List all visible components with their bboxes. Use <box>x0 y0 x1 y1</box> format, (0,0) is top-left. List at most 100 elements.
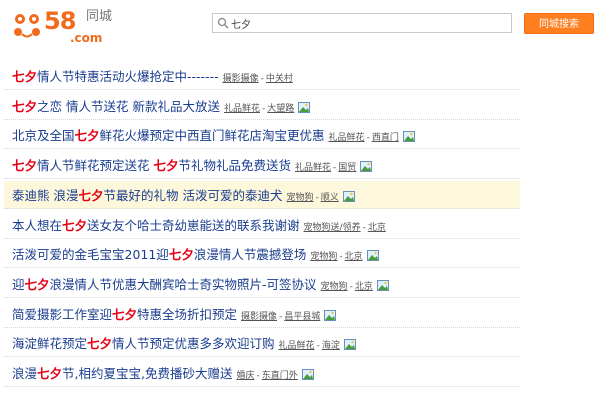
keyword-highlight: 七夕 <box>12 98 38 114</box>
location-link[interactable]: 昌平县城 <box>284 312 320 322</box>
keyword-highlight: 七夕 <box>37 366 63 381</box>
meta-separator: - <box>260 74 264 84</box>
result-title-link[interactable]: 七夕情人节特惠活动火爆抢定中------- <box>12 69 219 84</box>
keyword-highlight: 七夕 <box>12 158 38 174</box>
meta-separator: - <box>261 103 266 114</box>
category-link[interactable]: 摄影摄像 <box>241 312 277 322</box>
title-text: 浪漫情人节震撼登场 <box>193 247 307 263</box>
title-text: 北京及全国 <box>12 128 75 144</box>
category-link[interactable]: 摄影摄像 <box>223 74 259 84</box>
result-meta: 礼品鲜花 - 大望路 <box>224 104 294 114</box>
result-meta: 婚庆 - 东直门外 <box>236 371 297 381</box>
keyword-highlight: 七夕 <box>168 247 194 263</box>
site-logo[interactable]: 58 同城 .com <box>12 8 132 44</box>
result-meta: 宠物狗 - 北京 <box>321 282 373 292</box>
result-title-link[interactable]: 泰迪熊 浪漫七夕节最好的礼物 活泼可爱的泰迪犬 <box>12 188 282 203</box>
category-link[interactable]: 礼品鲜花 <box>329 133 365 143</box>
title-text: 特惠全场折扣预定 <box>137 306 238 322</box>
has-image-icon <box>343 339 356 351</box>
logo-mark-icon <box>14 14 40 38</box>
category-link[interactable]: 婚庆 <box>236 371 254 381</box>
result-row[interactable]: 泰迪熊 浪漫七夕节最好的礼物 活泼可爱的泰迪犬 宠物狗 - 顺义 <box>4 180 520 209</box>
result-row-content: 迎七夕浪漫情人节优惠大酬宾哈士奇实物照片-可签协议 宠物狗 - 北京 <box>12 270 389 297</box>
result-title-link[interactable]: 七夕之恋 情人节送花 新款礼品大放送 <box>12 99 220 114</box>
title-text: 本人想在 <box>12 217 63 233</box>
title-text: 活泼可爱的金毛宝宝2011迎 <box>12 247 169 263</box>
category-link[interactable]: 宠物狗送/领养 <box>304 223 361 233</box>
result-row[interactable]: 迎七夕浪漫情人节优惠大酬宾哈士奇实物照片-可签协议 宠物狗 - 北京 <box>4 270 520 298</box>
location-link[interactable]: 大望路 <box>267 104 294 114</box>
location-link[interactable]: 北京 <box>345 252 363 262</box>
result-meta: 礼品鲜花 - 西直门 <box>329 133 399 143</box>
result-row[interactable]: 简爱摄影工作室迎七夕特惠全场折扣预定 摄影摄像 - 昌平县城 <box>4 300 520 328</box>
category-link[interactable]: 礼品鲜花 <box>224 104 260 114</box>
category-link[interactable]: 宠物狗 <box>310 252 337 262</box>
location-link[interactable]: 西直门 <box>372 133 399 143</box>
category-link[interactable]: 礼品鲜花 <box>279 341 315 351</box>
result-title-link[interactable]: 海淀鲜花预定七夕情人节预定优惠多多欢迎订购 <box>12 336 275 351</box>
has-image-icon <box>366 250 379 262</box>
search-box <box>212 13 512 33</box>
title-text: 之恋 情人节送花 新款礼品大放送 <box>37 98 220 114</box>
result-row[interactable]: 七夕情人节特惠活动火爆抢定中------- 摄影摄像 - 中关村 <box>4 62 520 90</box>
category-link[interactable]: 宠物狗 <box>321 282 348 292</box>
result-title-link[interactable]: 迎七夕浪漫情人节优惠大酬宾哈士奇实物照片-可签协议 <box>12 277 317 292</box>
result-row[interactable]: 本人想在七夕送女友个哈士奇幼崽能送的联系我谢谢 宠物狗送/领养 - 北京 <box>4 211 520 239</box>
category-link[interactable]: 宠物狗 <box>286 193 313 203</box>
has-image-icon <box>402 131 415 143</box>
keyword-highlight: 七夕 <box>112 306 138 322</box>
category-link[interactable]: 礼品鲜花 <box>295 163 331 173</box>
keyword-highlight: 七夕 <box>78 187 104 203</box>
result-row-content: 简爱摄影工作室迎七夕特惠全场折扣预定 摄影摄像 - 昌平县城 <box>12 300 337 327</box>
meta-separator: - <box>256 371 260 381</box>
result-row[interactable]: 海淀鲜花预定七夕情人节预定优惠多多欢迎订购 礼品鲜花 - 海淀 <box>4 329 520 358</box>
location-link[interactable]: 东直门外 <box>262 371 298 381</box>
result-title-link[interactable]: 简爱摄影工作室迎七夕特惠全场折扣预定 <box>12 307 237 322</box>
search-button[interactable]: 同城搜索 <box>524 13 594 34</box>
result-row[interactable]: 七夕情人节鲜花预定送花 七夕节礼物礼品免费送货 礼品鲜花 - 国贸 <box>4 151 520 180</box>
title-text: 送女友个哈士奇幼崽能送的联系我谢谢 <box>87 217 300 233</box>
location-link[interactable]: 北京 <box>368 223 386 233</box>
meta-separator: - <box>333 163 337 174</box>
title-text: 迎 <box>12 276 25 292</box>
meta-separator: - <box>339 252 343 263</box>
header: 58 同城 .com 同城搜索 <box>0 0 610 62</box>
result-title-link[interactable]: 本人想在七夕送女友个哈士奇幼崽能送的联系我谢谢 <box>12 218 300 233</box>
result-row-content: 泰迪熊 浪漫七夕节最好的礼物 活泼可爱的泰迪犬 宠物狗 - 顺义 <box>12 181 355 208</box>
keyword-highlight: 七夕 <box>24 276 50 292</box>
search-icon <box>217 17 229 29</box>
result-row-content: 本人想在七夕送女友个哈士奇幼崽能送的联系我谢谢 宠物狗送/领养 - 北京 <box>12 211 386 238</box>
result-meta: 宠物狗 - 顺义 <box>286 193 338 203</box>
result-title-link[interactable]: 七夕情人节鲜花预定送花 七夕节礼物礼品免费送货 <box>12 158 291 173</box>
title-text: 节礼物礼品免费送货 <box>178 158 292 174</box>
location-link[interactable]: 海淀 <box>322 341 340 351</box>
result-row[interactable]: 活泼可爱的金毛宝宝2011迎七夕浪漫情人节震撼登场 宠物狗 - 北京 <box>4 240 520 269</box>
result-row-content: 七夕之恋 情人节送花 新款礼品大放送 礼品鲜花 - 大望路 <box>12 92 311 119</box>
result-meta: 摄影摄像 - 中关村 <box>223 74 293 84</box>
result-title-link[interactable]: 活泼可爱的金毛宝宝2011迎七夕浪漫情人节震撼登场 <box>12 247 306 262</box>
location-link[interactable]: 北京 <box>355 282 373 292</box>
title-text: 浪漫 <box>12 366 38 381</box>
keyword-highlight: 七夕 <box>87 336 113 352</box>
result-title-link[interactable]: 北京及全国七夕鲜花火爆预定中西直门鲜花店淘宝更优惠 <box>12 128 325 143</box>
search-input[interactable] <box>231 15 507 31</box>
result-row[interactable]: 北京及全国七夕鲜花火爆预定中西直门鲜花店淘宝更优惠 礼品鲜花 - 西直门 <box>4 121 520 150</box>
has-image-icon <box>298 101 311 113</box>
result-meta: 礼品鲜花 - 国贸 <box>295 163 356 173</box>
has-image-icon <box>360 161 373 173</box>
has-image-icon <box>301 369 314 380</box>
title-text: 情人节特惠活动火爆抢定中------- <box>37 69 219 84</box>
result-row[interactable]: 七夕之恋 情人节送花 新款礼品大放送 礼品鲜花 - 大望路 <box>4 92 520 120</box>
location-link[interactable]: 顺义 <box>321 193 339 203</box>
result-row-content: 七夕情人节特惠活动火爆抢定中------- 摄影摄像 - 中关村 <box>12 62 293 89</box>
result-meta: 摄影摄像 - 昌平县城 <box>241 312 320 322</box>
location-link[interactable]: 国贸 <box>338 163 356 173</box>
keyword-highlight: 七夕 <box>62 217 88 233</box>
meta-separator: - <box>349 281 353 292</box>
result-title-link[interactable]: 浪漫七夕节,相约夏宝宝,免费播砂大赠送 <box>12 366 232 381</box>
has-image-icon <box>342 190 355 202</box>
has-image-icon <box>324 309 337 321</box>
logo-city-text: 同城 <box>86 9 113 24</box>
result-row[interactable]: 浪漫七夕节,相约夏宝宝,免费播砂大赠送 婚庆 - 东直门外 <box>4 359 520 387</box>
location-link[interactable]: 中关村 <box>266 74 293 84</box>
